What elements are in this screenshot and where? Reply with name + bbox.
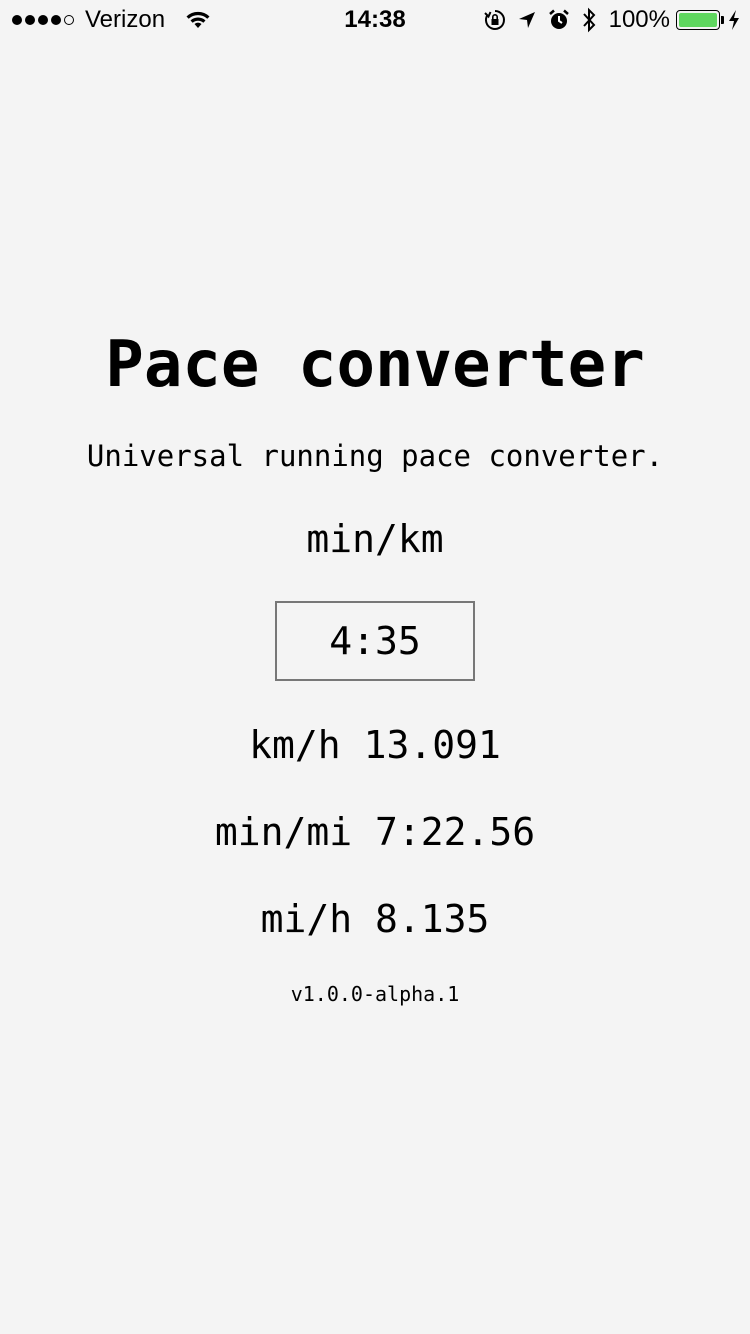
battery-percent: 100% bbox=[608, 6, 670, 33]
result-min-per-mile: min/mi 7:22.56 bbox=[0, 809, 750, 855]
location-arrow-icon bbox=[517, 10, 537, 30]
result-value: 8.135 bbox=[375, 897, 490, 941]
status-bar: Verizon 14:38 100% bbox=[0, 0, 750, 40]
result-mph: mi/h 8.135 bbox=[0, 896, 750, 942]
result-unit: km/h bbox=[249, 723, 341, 767]
result-kmh: km/h 13.091 bbox=[0, 722, 750, 768]
result-unit: min/mi bbox=[214, 810, 353, 854]
input-unit-label: min/km bbox=[306, 517, 444, 561]
page-title: Pace converter bbox=[105, 328, 645, 402]
bluetooth-icon bbox=[581, 7, 597, 33]
status-bar-right: 100% bbox=[473, 6, 740, 34]
result-unit: mi/h bbox=[260, 897, 353, 941]
orientation-lock-icon bbox=[483, 8, 507, 32]
page-subtitle: Universal running pace converter. bbox=[86, 439, 664, 473]
battery-icon bbox=[676, 10, 720, 30]
result-value: 7:22.56 bbox=[375, 810, 536, 854]
pace-input[interactable] bbox=[275, 601, 475, 681]
version-label: v1.0.0-alpha.1 bbox=[290, 982, 460, 1006]
result-value: 13.091 bbox=[363, 723, 501, 767]
charging-bolt-icon bbox=[728, 9, 740, 31]
alarm-icon bbox=[547, 8, 571, 32]
battery-fill bbox=[679, 13, 717, 27]
battery-cap bbox=[721, 16, 724, 24]
